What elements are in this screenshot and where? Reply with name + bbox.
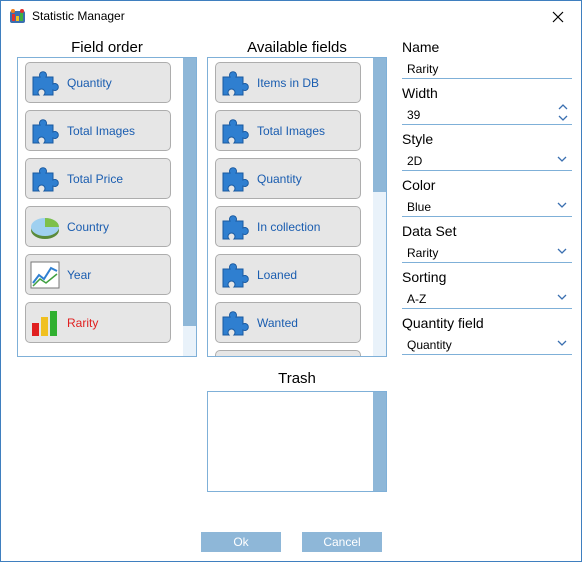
field-order-scroll-thumb[interactable] [183, 58, 196, 326]
trash-list[interactable] [207, 391, 387, 492]
title-bar: Statistic Manager [1, 1, 581, 32]
style-select[interactable]: 2D [402, 150, 572, 171]
bar-chart-icon [29, 307, 61, 339]
chevron-down-icon [557, 340, 567, 346]
dataset-value: Rarity [407, 246, 439, 260]
field-order-item-label: Year [67, 268, 92, 282]
width-value: 39 [407, 108, 421, 122]
available-field-item[interactable]: Loaned [215, 254, 361, 295]
puzzle-icon [219, 67, 251, 99]
available-field-item[interactable]: Total Images [215, 110, 361, 151]
available-field-item-label: Items in DB [257, 76, 320, 90]
cancel-button[interactable]: Cancel [302, 532, 382, 552]
name-value: Rarity [407, 62, 439, 76]
ok-button[interactable]: Ok [201, 532, 281, 552]
window-title: Statistic Manager [32, 9, 125, 23]
field-order-item[interactable]: Country [25, 206, 171, 247]
chevron-down-icon [557, 294, 567, 300]
close-icon [552, 11, 564, 22]
chevron-down-icon [557, 202, 567, 208]
puzzle-icon [29, 67, 61, 99]
chevron-down-icon [557, 156, 567, 162]
field-order-item[interactable]: Quantity [25, 62, 171, 103]
available-field-item[interactable]: Wanted [215, 302, 361, 343]
color-select[interactable]: Blue [402, 196, 572, 217]
style-label: Style [402, 131, 434, 147]
field-order-item[interactable]: Year [25, 254, 171, 295]
name-input[interactable]: Rarity [402, 58, 572, 79]
close-button[interactable] [535, 1, 581, 32]
field-order-item[interactable]: Rarity [25, 302, 171, 343]
available-field-item-label: Quantity [257, 172, 302, 186]
available-fields-heading: Available fields [247, 39, 347, 56]
field-order-heading: Field order [71, 39, 143, 56]
statistic-manager-window: Statistic Manager Field order Rarity Year… [0, 0, 582, 562]
available-field-item-label: In collection [257, 220, 321, 234]
pie-chart-icon [29, 211, 61, 243]
spin-up-icon[interactable] [557, 102, 569, 112]
available-field-item[interactable] [215, 350, 361, 356]
width-spinbox[interactable]: 39 [402, 104, 572, 125]
line-chart-icon [29, 259, 61, 291]
color-label: Color [402, 177, 436, 193]
field-order-item-label: Rarity [67, 316, 99, 330]
name-label: Name [402, 39, 440, 55]
field-order-item-label: Total Images [67, 124, 136, 138]
spin-down-icon[interactable] [557, 113, 569, 123]
available-field-item[interactable]: Quantity [215, 158, 361, 199]
available-field-item-label: Loaned [257, 268, 298, 282]
available-field-item[interactable]: In collection [215, 206, 361, 247]
available-fields-scrollbar[interactable] [373, 58, 386, 356]
field-order-item-label: Quantity [67, 76, 112, 90]
sorting-value: A-Z [407, 292, 427, 306]
available-fields-list[interactable]: Wanted Loaned In collection Quantity Total I… [207, 57, 387, 357]
field-order-item-label: Country [67, 220, 110, 234]
puzzle-icon [29, 163, 61, 195]
sorting-label: Sorting [402, 269, 447, 285]
color-value: Blue [407, 200, 432, 214]
puzzle-icon [219, 307, 251, 339]
quantity-field-label: Quantity field [402, 315, 484, 331]
quantity-field-select[interactable]: Quantity [402, 334, 572, 355]
puzzle-icon [219, 163, 251, 195]
available-field-item[interactable]: Items in DB [215, 62, 361, 103]
style-value: 2D [407, 154, 423, 168]
field-order-list[interactable]: Rarity Year Country Total Price Total Images… [17, 57, 197, 357]
available-field-item-label: Total Images [257, 124, 326, 138]
chevron-down-icon [557, 248, 567, 254]
available-field-item-label: Wanted [257, 316, 298, 330]
trash-heading: Trash [278, 370, 316, 387]
puzzle-icon [219, 115, 251, 147]
field-order-item[interactable]: Total Price [25, 158, 171, 199]
sorting-select[interactable]: A-Z [402, 288, 572, 309]
dataset-label: Data Set [402, 223, 457, 239]
field-order-item-label: Total Price [67, 172, 124, 186]
puzzle-icon [219, 259, 251, 291]
quantity-field-value: Quantity [407, 338, 452, 352]
puzzle-icon [219, 211, 251, 243]
app-icon [10, 9, 25, 23]
field-order-scrollbar[interactable] [183, 58, 196, 356]
width-label: Width [402, 85, 438, 101]
available-fields-scroll-thumb[interactable] [373, 58, 386, 192]
puzzle-icon [29, 115, 61, 147]
dataset-select[interactable]: Rarity [402, 242, 572, 263]
field-order-item[interactable]: Total Images [25, 110, 171, 151]
trash-scrollbar[interactable] [373, 392, 386, 491]
